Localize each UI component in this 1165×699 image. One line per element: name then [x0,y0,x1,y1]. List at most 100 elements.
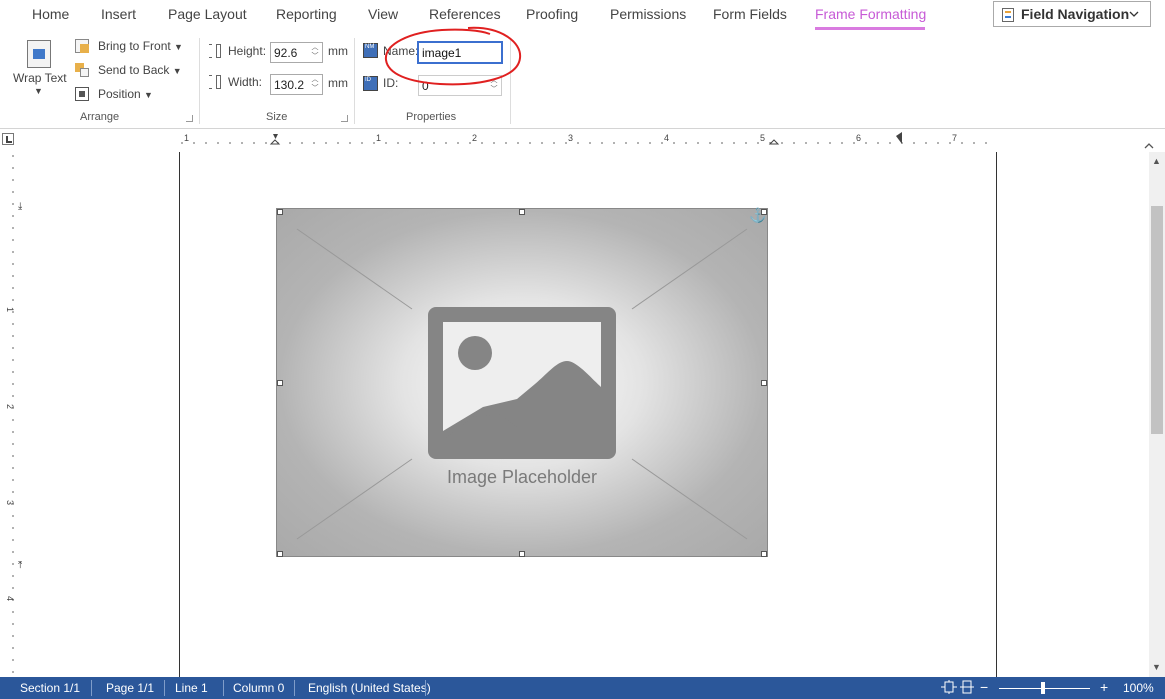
width-label: Width: [228,75,263,89]
ruler-number: 2 [5,404,15,409]
height-label: Height: [228,44,267,58]
bottom-margin-marker[interactable]: ⤒ [18,560,22,571]
scroll-up-icon[interactable]: ▲ [1152,156,1161,166]
ruler-number: 1 [184,133,189,143]
name-property-icon: NM [363,43,378,58]
dropdown-arrow-icon: ▼ [172,66,182,76]
scroll-down-icon[interactable]: ▼ [1152,662,1161,672]
tab-reporting[interactable]: Reporting [276,6,337,22]
ribbon: Wrap Text ▼ Bring to Front ▼ Send to Bac… [0,32,1165,149]
position-button[interactable]: Position ▼ [98,87,153,101]
status-separator [164,680,165,696]
bring-to-front-button[interactable]: Bring to Front ▼ [98,39,183,53]
properties-group-label: Properties [406,111,457,123]
chevron-down-icon [1128,4,1140,27]
arrange-group-label: Arrange [80,111,120,123]
status-language[interactable]: English (United States) [308,681,431,695]
resize-handle-top-left[interactable] [277,209,283,215]
resize-handle-bottom-right[interactable] [761,551,767,557]
annotation-circle [384,26,522,86]
width-unit: mm [328,76,348,90]
diagonal-line [631,458,748,540]
ruler-number: 2 [472,133,477,143]
status-bar: Section 1/1 Page 1/1 Line 1 Column 0 Eng… [0,677,1165,699]
ruler-number: 4 [5,596,15,601]
ruler-number: 4 [664,133,669,143]
position-icon [75,87,89,101]
scrollbar-thumb[interactable] [1151,206,1163,434]
height-unit: mm [328,44,348,58]
diagonal-line [296,458,413,540]
right-indent-marker[interactable] [768,139,780,145]
tab-permissions[interactable]: Permissions [610,6,686,22]
tab-insert[interactable]: Insert [101,6,136,22]
status-separator [425,680,426,696]
status-separator [223,680,224,696]
ribbon-tabs: Home Insert Page Layout Reporting View R… [0,0,1165,32]
field-navigation-icon [1002,8,1014,22]
picture-icon [428,307,616,459]
ruler-number: 3 [5,500,15,505]
zoom-level[interactable]: 100% [1123,681,1154,695]
dropdown-arrow-icon: ▼ [144,90,153,100]
anchor-icon[interactable]: ⚓ [749,207,766,223]
tab-frame-formatting[interactable]: Frame Formatting [815,6,926,22]
image-frame[interactable]: Image Placeholder [276,208,768,557]
diagonal-line [296,228,413,310]
ruler-number: 5 [760,133,765,143]
status-section: Section 1/1 [20,681,81,695]
position-label: Position [98,87,141,101]
resize-handle-bottom[interactable] [519,551,525,557]
tab-page-layout[interactable]: Page Layout [168,6,247,22]
field-navigation-label: Field Navigation [1021,6,1130,22]
fit-page-icon[interactable] [941,680,957,697]
tab-form-fields[interactable]: Form Fields [713,6,787,22]
width-value: 130.2 [274,78,305,92]
resize-handle-right[interactable] [761,380,767,386]
ruler-number: 1 [376,133,381,143]
vertical-ruler[interactable]: 1 2 3 4 ⤓ ⤒ [0,152,22,677]
status-column: Column 0 [233,681,285,695]
fit-width-icon[interactable] [960,680,974,697]
resize-handle-top[interactable] [519,209,525,215]
ruler-number: 7 [952,133,957,143]
top-margin-marker[interactable]: ⤓ [18,201,22,212]
height-spinner[interactable]: 92.6 ︿ ﹀ [270,42,323,63]
width-spinner[interactable]: 130.2 ︿ ﹀ [270,74,323,95]
image-placeholder-text: Image Placeholder [447,467,597,487]
send-to-back-button[interactable]: Send to Back ▼ [98,63,182,77]
arrange-dialog-launcher-icon[interactable] [186,115,193,122]
tab-stop-selector-icon[interactable] [2,133,14,145]
bring-to-front-icon [75,39,89,53]
zoom-slider-thumb[interactable] [1041,682,1045,694]
diagonal-line [631,228,748,310]
dropdown-arrow-icon: ▼ [34,86,43,96]
resize-handle-bottom-left[interactable] [277,551,283,557]
tab-marker[interactable] [896,132,902,144]
spinner-arrows-icon[interactable]: ︿ ﹀ [308,75,322,94]
zoom-in-button[interactable]: + [1100,679,1108,695]
spinner-arrows-icon[interactable]: ︿ ﹀ [308,43,322,62]
id-property-icon: ID [363,76,378,91]
vertical-scrollbar[interactable]: ▲ ▼ [1149,152,1165,677]
tab-proofing[interactable]: Proofing [526,6,578,22]
status-separator [294,680,295,696]
horizontal-ruler[interactable]: 1 1 2 3 4 5 6 7 [180,130,996,152]
active-tab-indicator [815,27,925,30]
zoom-out-button[interactable]: − [980,679,988,695]
group-divider [354,38,355,124]
height-value: 92.6 [274,46,298,60]
dropdown-arrow-icon: ▼ [174,42,183,52]
tab-home[interactable]: Home [32,6,69,22]
status-line: Line 1 [175,681,208,695]
size-dialog-launcher-icon[interactable] [341,115,348,122]
ruler-number: 3 [568,133,573,143]
field-navigation-button[interactable]: Field Navigation [993,1,1151,27]
status-page: Page 1/1 [106,681,155,695]
wrap-text-label: Wrap Text [13,71,67,85]
width-icon [207,74,223,90]
resize-handle-left[interactable] [277,380,283,386]
status-separator [91,680,92,696]
first-line-indent-marker[interactable] [273,134,278,139]
wrap-text-icon [27,40,51,68]
